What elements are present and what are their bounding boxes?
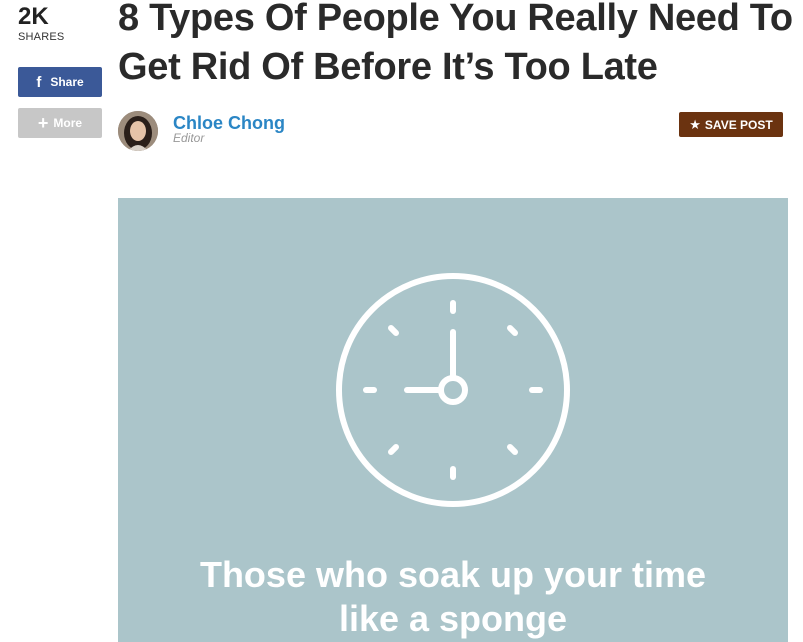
avatar-image [118, 111, 158, 151]
article-page: 2K SHARES f Share + More 8 Types Of Peop… [0, 0, 803, 642]
share-rail: 2K SHARES f Share + More [18, 3, 102, 138]
facebook-share-button[interactable]: f Share [18, 67, 102, 97]
facebook-icon: f [36, 73, 42, 91]
star-icon: ★ [689, 116, 701, 132]
save-post-label: SAVE POST [704, 117, 773, 132]
share-count-label: SHARES [18, 31, 65, 43]
clock-icon [336, 273, 570, 507]
save-post-button[interactable]: ★ SAVE POST [679, 112, 783, 137]
hero-caption-line-2: like a sponge [338, 598, 568, 639]
more-share-button[interactable]: + More [18, 108, 102, 138]
author-avatar[interactable] [118, 111, 158, 151]
hero-image: Those who soak up your time like a spong… [118, 198, 788, 642]
facebook-share-label: Share [50, 75, 84, 89]
hero-caption: Those who soak up your time like a spong… [118, 553, 788, 641]
share-count: 2K [18, 3, 49, 30]
more-share-label: More [53, 116, 83, 130]
article-title: 8 Types Of People You Really Need To Get… [118, 0, 793, 88]
author-role: Editor [173, 131, 205, 145]
plus-icon: + [37, 113, 49, 133]
hero-caption-line-1: Those who soak up your time [199, 554, 707, 595]
